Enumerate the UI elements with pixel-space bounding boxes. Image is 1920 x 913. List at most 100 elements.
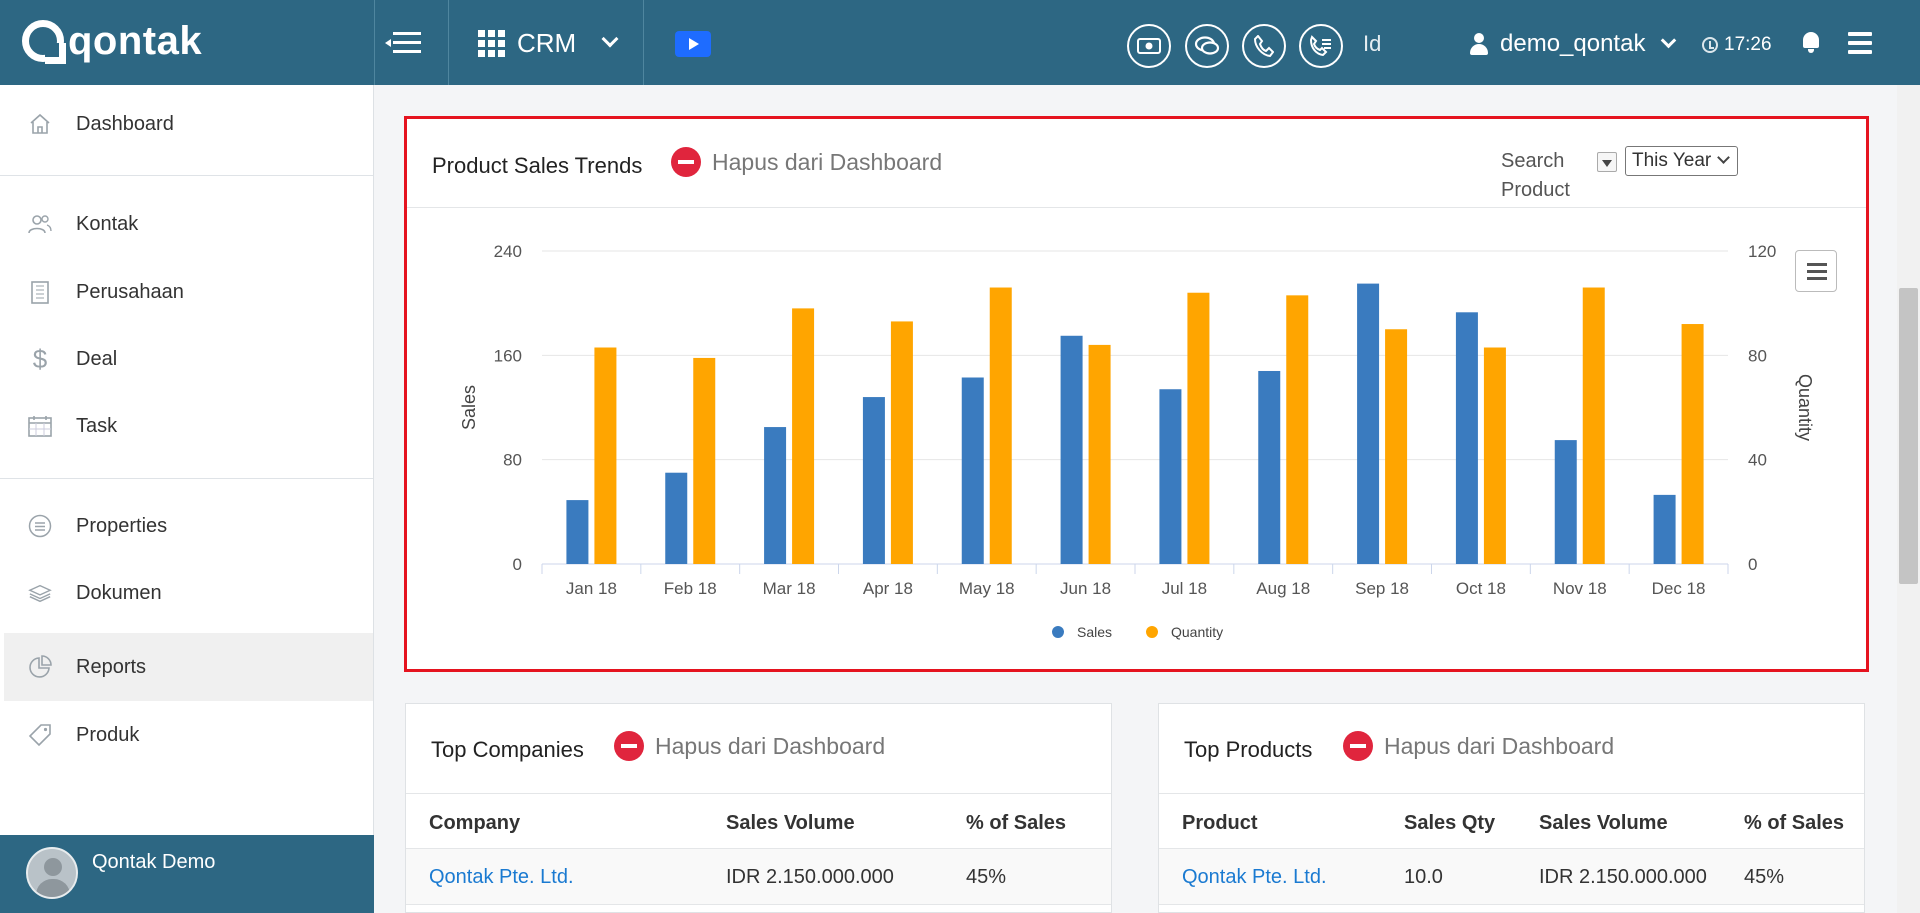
chat-button[interactable]	[1185, 24, 1229, 68]
sidebar-item-produk[interactable]: Produk	[0, 701, 373, 769]
remove-from-dashboard-button[interactable]: Hapus dari Dashboard	[1343, 731, 1614, 761]
remove-from-dashboard-button[interactable]: Hapus dari Dashboard	[671, 147, 942, 177]
sales-bar	[862, 397, 885, 564]
y2-tick-label: 80	[1748, 346, 1767, 365]
quantity-bar	[1483, 347, 1506, 564]
sidebar-toggle-icon[interactable]	[385, 30, 425, 56]
sales-bar	[1455, 312, 1478, 564]
sidebar-user-footer[interactable]: Qontak Demo	[0, 835, 374, 913]
panel-title: Product Sales Trends	[432, 153, 643, 178]
qontak-logo[interactable]: qontak	[22, 18, 202, 64]
y2-tick-label: 40	[1748, 451, 1767, 470]
column-header[interactable]: % of Sales	[1744, 812, 1844, 835]
apps-grid-icon	[478, 29, 505, 57]
y-tick-label: 240	[494, 242, 522, 261]
legend-label-sales: Sales	[1077, 624, 1112, 640]
quantity-bar	[890, 321, 913, 564]
sales-bar	[1357, 283, 1380, 564]
legend-label-quantity: Quantity	[1171, 624, 1223, 640]
period-select[interactable]: This Year	[1625, 146, 1738, 176]
sidebar-item-reports[interactable]: Reports	[4, 633, 373, 701]
call-log-button[interactable]	[1299, 24, 1343, 68]
top-companies-panel: Top Companies Hapus dari Dashboard Compa…	[405, 703, 1112, 913]
sidebar-item-task[interactable]: Task	[0, 392, 373, 460]
sidebar-item-label: Task	[76, 414, 118, 437]
language-switch[interactable]: Id	[1363, 31, 1381, 57]
column-header[interactable]: % of Sales	[966, 812, 1066, 835]
chevron-down-icon	[1661, 32, 1677, 48]
sidebar-item-label: Dashboard	[76, 112, 174, 135]
panel-header: Product Sales Trends Hapus dari Dashboar…	[407, 119, 1866, 208]
table-cell: 45%	[1744, 866, 1785, 888]
divider	[0, 175, 373, 176]
y-axis-title: Sales	[459, 385, 479, 430]
main-menu-icon[interactable]	[1848, 32, 1872, 54]
sidebar-item-properties[interactable]: Properties	[0, 492, 373, 560]
y2-axis-title: Quantity	[1795, 374, 1815, 441]
quantity-bar	[1582, 287, 1605, 564]
phone-button[interactable]	[1242, 24, 1286, 68]
module-selector[interactable]: CRM	[478, 24, 619, 62]
quantity-bar	[693, 357, 716, 564]
x-tick-label: Mar 18	[763, 579, 816, 598]
sidebar-item-deal[interactable]: $ Deal	[0, 325, 373, 393]
clock: 17:26	[1702, 34, 1772, 56]
quantity-bar	[989, 287, 1012, 564]
product-link[interactable]: Qontak Pte. Ltd.	[1182, 866, 1327, 889]
divider	[374, 0, 375, 85]
table-header: Product Sales Qty Sales Volume % of Sale…	[1159, 793, 1864, 849]
x-tick-label: Nov 18	[1553, 579, 1607, 598]
column-header[interactable]: Sales Qty	[1404, 812, 1495, 835]
table-row: Qontak Pte. Ltd. IDR 2.150.000.000 45%	[406, 849, 1111, 905]
sidebar-item-label: Produk	[76, 723, 140, 746]
y-tick-label: 160	[494, 346, 522, 365]
sidebar-item-dokumen[interactable]: Dokumen	[0, 559, 373, 627]
sidebar-item-dashboard[interactable]: Dashboard	[0, 90, 373, 158]
sidebar-item-label: Reports	[76, 655, 147, 678]
x-tick-label: May 18	[959, 579, 1015, 598]
sales-bar	[1554, 440, 1577, 564]
product-sales-trends-panel: Product Sales Trends Hapus dari Dashboar…	[404, 116, 1869, 672]
column-header[interactable]: Company	[429, 812, 520, 835]
product-filter-dropdown[interactable]	[1597, 152, 1617, 172]
column-header[interactable]: Sales Volume	[726, 812, 855, 835]
remove-from-dashboard-button[interactable]: Hapus dari Dashboard	[614, 731, 885, 761]
contacts-icon	[28, 212, 52, 236]
building-icon	[28, 280, 52, 304]
sales-bar	[566, 500, 589, 564]
sidebar-item-label: Dokumen	[76, 581, 162, 604]
notification-bell-icon[interactable]	[1800, 30, 1822, 54]
sidebar-item-kontak[interactable]: Kontak	[0, 190, 373, 258]
chevron-down-icon	[1717, 151, 1731, 165]
sidebar-item-label: Kontak	[76, 212, 139, 235]
divider	[643, 0, 644, 85]
user-menu[interactable]: demo_qontak	[1470, 30, 1677, 58]
quantity-bar	[1187, 292, 1210, 564]
billing-button[interactable]	[1127, 24, 1171, 68]
column-header[interactable]: Sales Volume	[1539, 812, 1668, 835]
module-label: CRM	[517, 27, 577, 58]
quantity-bar	[1286, 295, 1309, 564]
table-cell: IDR 2.150.000.000	[726, 866, 894, 888]
sidebar-item-perusahaan[interactable]: Perusahaan	[0, 258, 373, 326]
remove-circle-icon	[614, 731, 644, 761]
panel-title: Top Companies	[431, 737, 584, 762]
footer-user-name: Qontak Demo	[92, 851, 216, 873]
clock-icon	[1702, 37, 1718, 53]
company-link[interactable]: Qontak Pte. Ltd.	[429, 866, 574, 889]
dollar-icon: $	[32, 343, 48, 374]
sales-bar	[1258, 370, 1281, 564]
chevron-down-icon	[601, 30, 619, 48]
sales-bar	[1159, 389, 1182, 564]
x-tick-label: Feb 18	[664, 579, 717, 598]
sidebar-item-label: Perusahaan	[76, 280, 184, 303]
period-value: This Year	[1632, 150, 1712, 171]
sidebar-item-label: Deal	[76, 347, 118, 370]
sales-bar	[961, 377, 984, 564]
x-tick-label: Sep 18	[1355, 579, 1409, 598]
video-tutorial-button[interactable]	[675, 31, 711, 57]
user-icon	[1470, 33, 1488, 55]
page-scrollbar-thumb[interactable]	[1899, 288, 1918, 584]
search-product-label: Search Product	[1501, 150, 1570, 201]
column-header[interactable]: Product	[1182, 812, 1258, 835]
